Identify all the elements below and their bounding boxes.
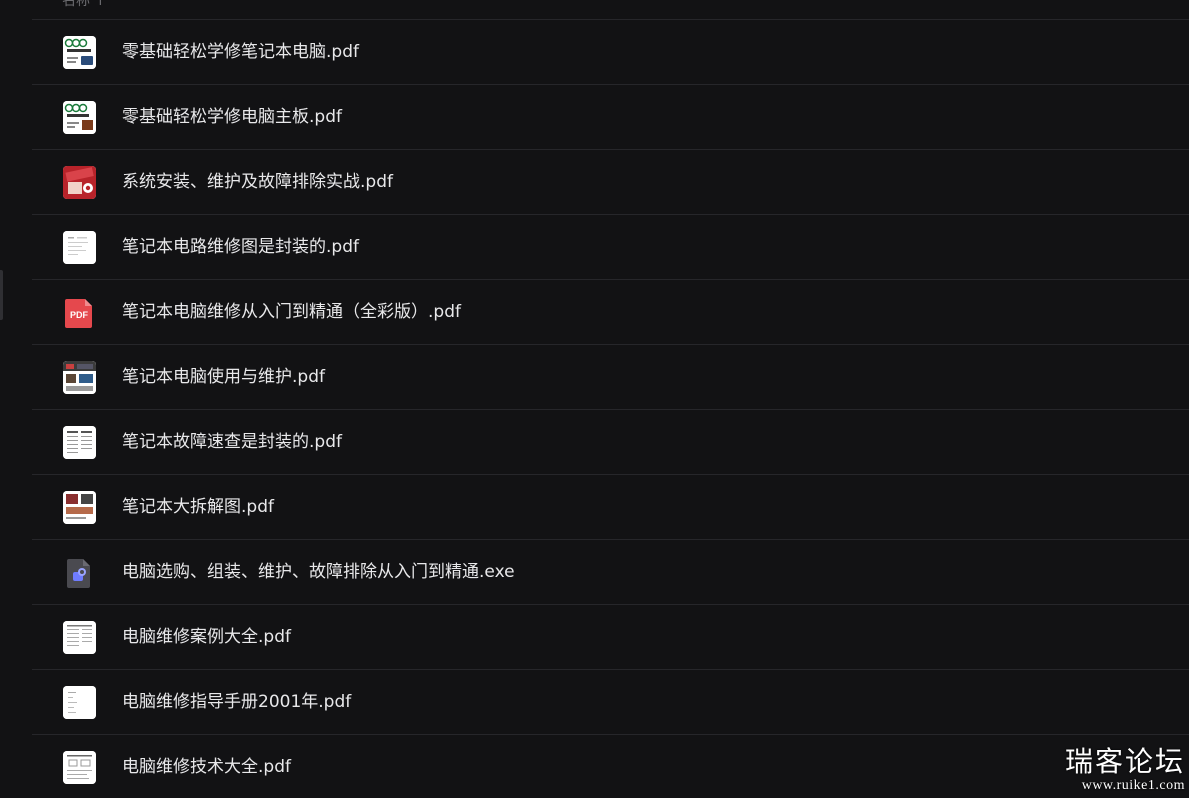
file-name[interactable]: 笔记本电路维修图是封装的.pdf (122, 215, 359, 279)
file-row[interactable]: PDF 笔记本电脑维修从入门到精通（全彩版）.pdf (32, 280, 1189, 345)
file-row[interactable]: 电脑维修指导手册2001年.pdf (32, 670, 1189, 735)
list-column-header[interactable]: 名称 ↑ (32, 0, 1189, 20)
file-browser-page: 名称 ↑ 零基础轻松学修笔记本电脑.pdf 零基础轻松学修电脑主板.pdf 系统… (0, 0, 1189, 798)
file-name[interactable]: 笔记本电脑使用与维护.pdf (122, 345, 325, 409)
file-row[interactable]: 电脑维修技术大全.pdf (32, 735, 1189, 798)
photo-page-icon (63, 491, 96, 524)
file-name[interactable]: 零基础轻松学修笔记本电脑.pdf (122, 20, 359, 84)
file-name[interactable]: 电脑维修指导手册2001年.pdf (122, 670, 351, 734)
name-column-label[interactable]: 名称 ↑ (62, 0, 106, 10)
document-page-icon (63, 751, 96, 784)
file-name[interactable]: 零基础轻松学修电脑主板.pdf (122, 85, 342, 149)
svg-text:PDF: PDF (70, 310, 89, 320)
pdf-file-icon: PDF (63, 296, 96, 329)
watermark-title: 瑞客论坛 (1064, 745, 1185, 778)
file-row[interactable]: 电脑选购、组装、维护、故障排除从入门到精通.exe (32, 540, 1189, 605)
file-name[interactable]: 系统安装、维护及故障排除实战.pdf (122, 150, 393, 214)
watermark-url: www.ruike1.com (1081, 778, 1185, 793)
document-page-icon (63, 231, 96, 264)
file-row[interactable]: 笔记本电脑使用与维护.pdf (32, 345, 1189, 410)
photo-page-icon (63, 361, 96, 394)
document-page-icon (63, 426, 96, 459)
file-row[interactable]: 笔记本电路维修图是封装的.pdf (32, 215, 1189, 280)
file-name[interactable]: 电脑选购、组装、维护、故障排除从入门到精通.exe (122, 540, 515, 604)
left-sidebar-rail (0, 0, 32, 798)
book-cover-icon (63, 36, 96, 69)
file-row[interactable]: 笔记本大拆解图.pdf (32, 475, 1189, 540)
document-page-icon (63, 686, 96, 719)
file-name[interactable]: 笔记本大拆解图.pdf (122, 475, 274, 539)
red-book-cover-icon (63, 166, 96, 199)
exe-file-icon (63, 556, 96, 589)
site-watermark: 瑞客论坛 www.ruike1.com (1063, 746, 1185, 794)
file-name[interactable]: 电脑维修技术大全.pdf (122, 735, 291, 798)
file-row[interactable]: 零基础轻松学修电脑主板.pdf (32, 85, 1189, 150)
file-row[interactable]: 电脑维修案例大全.pdf (32, 605, 1189, 670)
file-name[interactable]: 笔记本故障速查是封装的.pdf (122, 410, 342, 474)
file-row[interactable]: 零基础轻松学修笔记本电脑.pdf (32, 20, 1189, 85)
book-cover-icon (63, 101, 96, 134)
file-name[interactable]: 笔记本电脑维修从入门到精通（全彩版）.pdf (122, 280, 461, 344)
document-page-icon (63, 621, 96, 654)
file-list: 零基础轻松学修笔记本电脑.pdf 零基础轻松学修电脑主板.pdf 系统安装、维护… (32, 20, 1189, 798)
file-row[interactable]: 系统安装、维护及故障排除实战.pdf (32, 150, 1189, 215)
file-name[interactable]: 电脑维修案例大全.pdf (122, 605, 291, 669)
file-row[interactable]: 笔记本故障速查是封装的.pdf (32, 410, 1189, 475)
sidebar-resize-handle[interactable] (0, 270, 3, 320)
